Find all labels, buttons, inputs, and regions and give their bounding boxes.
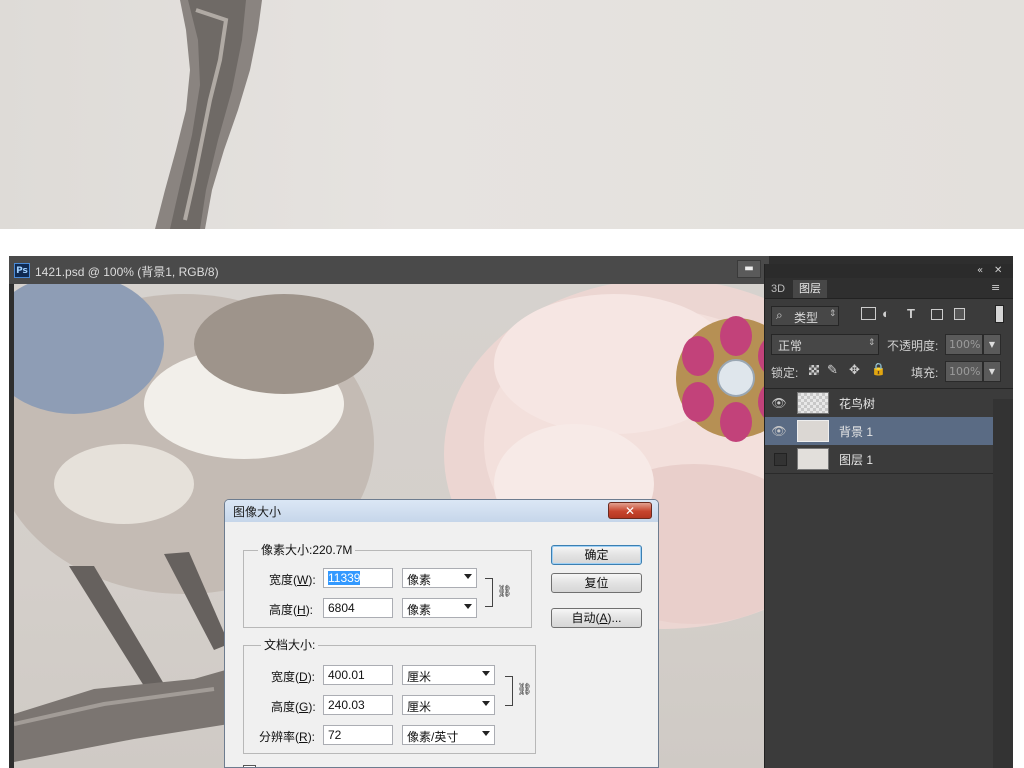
ok-button[interactable]: 确定 xyxy=(551,545,642,565)
lock-label: 锁定: xyxy=(771,366,799,380)
layers-panel: « ✕ 3D 图层 ≡ ⌕ 类型 ⇕ ◐ T 正常 ⇕ 不透明度: 100% ▼ xyxy=(764,264,1013,768)
layer-thumbnail xyxy=(797,392,829,414)
close-button[interactable]: ✕ xyxy=(608,502,652,519)
height-label: 高度(H): xyxy=(269,603,314,617)
constrain-link-bracket xyxy=(505,676,513,706)
fill-label: 填充: xyxy=(911,366,939,380)
resolution-input[interactable]: 72 xyxy=(323,725,393,745)
pixel-dimensions-label: 像素大小:220.7M xyxy=(258,541,356,558)
pixel-width-input[interactable]: 11339 xyxy=(323,568,393,588)
close-icon[interactable]: ✕ xyxy=(994,265,1002,276)
photoshop-logo-icon: Ps xyxy=(14,263,30,278)
pixel-height-unit-select[interactable]: 像素 xyxy=(402,598,477,618)
layer-name: 背景 1 xyxy=(839,425,874,439)
tab-layers[interactable]: 图层 xyxy=(793,280,827,298)
smart-object-filter-icon[interactable] xyxy=(954,308,965,320)
chain-link-icon: ⛓ xyxy=(497,584,513,598)
shape-filter-icon[interactable] xyxy=(931,309,943,320)
visibility-off-box[interactable] xyxy=(774,453,787,466)
filter-kind-label: 类型 xyxy=(794,311,819,325)
dialog-title: 图像大小 xyxy=(233,505,282,519)
opacity-dropdown-icon[interactable]: ▼ xyxy=(983,334,1001,355)
branch-artwork xyxy=(155,0,262,229)
dialog-body: 像素大小:220.7M 宽度(W): 11339 像素 高度(H): 6804 … xyxy=(225,522,658,767)
resolution-label: 分辨率(R): xyxy=(259,730,316,744)
panel-tabs: 3D 图层 ≡ xyxy=(765,278,1013,299)
blend-mode-value: 正常 xyxy=(778,339,803,353)
fill-dropdown-icon[interactable]: ▼ xyxy=(983,361,1001,382)
layer-name: 花鸟树 xyxy=(839,397,876,411)
chevron-updown-icon: ⇕ xyxy=(868,337,876,347)
search-icon: ⌕ xyxy=(776,308,783,322)
collapse-arrows-icon[interactable]: « xyxy=(977,265,983,276)
filter-toggle-switch[interactable] xyxy=(995,305,1004,323)
lock-all-icon[interactable]: 🔒 xyxy=(871,362,886,376)
auto-button[interactable]: 自动(A)... xyxy=(551,608,642,628)
document-size-label: 文档大小: xyxy=(261,636,319,653)
doc-width-label: 宽度(D): xyxy=(271,670,316,684)
width-label: 宽度(W): xyxy=(269,573,316,587)
tab-3d[interactable]: 3D xyxy=(765,280,791,298)
panel-scrollbar[interactable] xyxy=(993,399,1013,768)
image-size-dialog: 图像大小 ✕ 像素大小:220.7M 宽度(W): 11339 像素 高度(H)… xyxy=(224,499,659,768)
text-filter-icon[interactable]: T xyxy=(907,306,915,321)
lock-position-icon[interactable]: ✥ xyxy=(849,362,860,378)
layer-row[interactable]: 图层 1 xyxy=(765,445,993,474)
doc-width-unit-select[interactable]: 厘米 xyxy=(402,665,495,685)
constrain-link-bracket xyxy=(485,578,493,607)
resolution-unit-select[interactable]: 像素/英寸 xyxy=(402,725,495,745)
blend-mode-select[interactable]: 正常 ⇕ xyxy=(771,334,879,355)
layer-row[interactable]: 👁 花鸟树 xyxy=(765,389,993,418)
minimize-icon[interactable]: ▬ xyxy=(737,260,761,278)
fill-input[interactable]: 100% xyxy=(945,361,983,382)
layer-thumbnail xyxy=(797,420,829,442)
doc-height-label: 高度(G): xyxy=(271,700,316,714)
opacity-value: 100% xyxy=(949,338,981,351)
dialog-title-bar[interactable]: 图像大小 ✕ xyxy=(225,500,658,522)
adjustment-filter-icon[interactable]: ◐ xyxy=(882,306,890,321)
fill-value: 100% xyxy=(949,365,981,378)
panel-top-bar: « ✕ xyxy=(765,264,1013,278)
doc-height-input[interactable]: 240.03 xyxy=(323,695,393,715)
layer-name: 图层 1 xyxy=(839,453,874,467)
pixel-height-input[interactable]: 6804 xyxy=(323,598,393,618)
doc-width-input[interactable]: 400.01 xyxy=(323,665,393,685)
image-filter-icon[interactable] xyxy=(861,307,876,320)
panel-menu-icon[interactable]: ≡ xyxy=(991,281,1000,294)
opacity-label: 不透明度: xyxy=(887,339,939,353)
layer-row[interactable]: 👁 背景 1 xyxy=(765,417,993,446)
chain-link-icon: ⛓ xyxy=(517,682,533,696)
document-title-bar[interactable]: Ps 1421.psd @ 100% (背景1, RGB/8) ▬ xyxy=(9,256,769,285)
opacity-input[interactable]: 100% xyxy=(945,334,983,355)
eye-icon[interactable]: 👁 xyxy=(767,419,791,443)
eye-icon[interactable]: 👁 xyxy=(767,391,791,415)
pixel-width-unit-select[interactable]: 像素 xyxy=(402,568,477,588)
document-title: 1421.psd @ 100% (背景1, RGB/8) xyxy=(35,265,219,279)
doc-height-unit-select[interactable]: 厘米 xyxy=(402,695,495,715)
lock-transparency-icon[interactable] xyxy=(809,365,819,375)
artwork-preview xyxy=(0,0,1024,229)
layer-thumbnail xyxy=(797,448,829,470)
layer-filter-kind[interactable]: ⌕ 类型 ⇕ xyxy=(771,306,839,326)
chevron-updown-icon: ⇕ xyxy=(829,308,837,318)
reset-button[interactable]: 复位 xyxy=(551,573,642,593)
lock-pixels-icon[interactable]: ✎ xyxy=(827,362,838,378)
separator xyxy=(0,229,1024,256)
